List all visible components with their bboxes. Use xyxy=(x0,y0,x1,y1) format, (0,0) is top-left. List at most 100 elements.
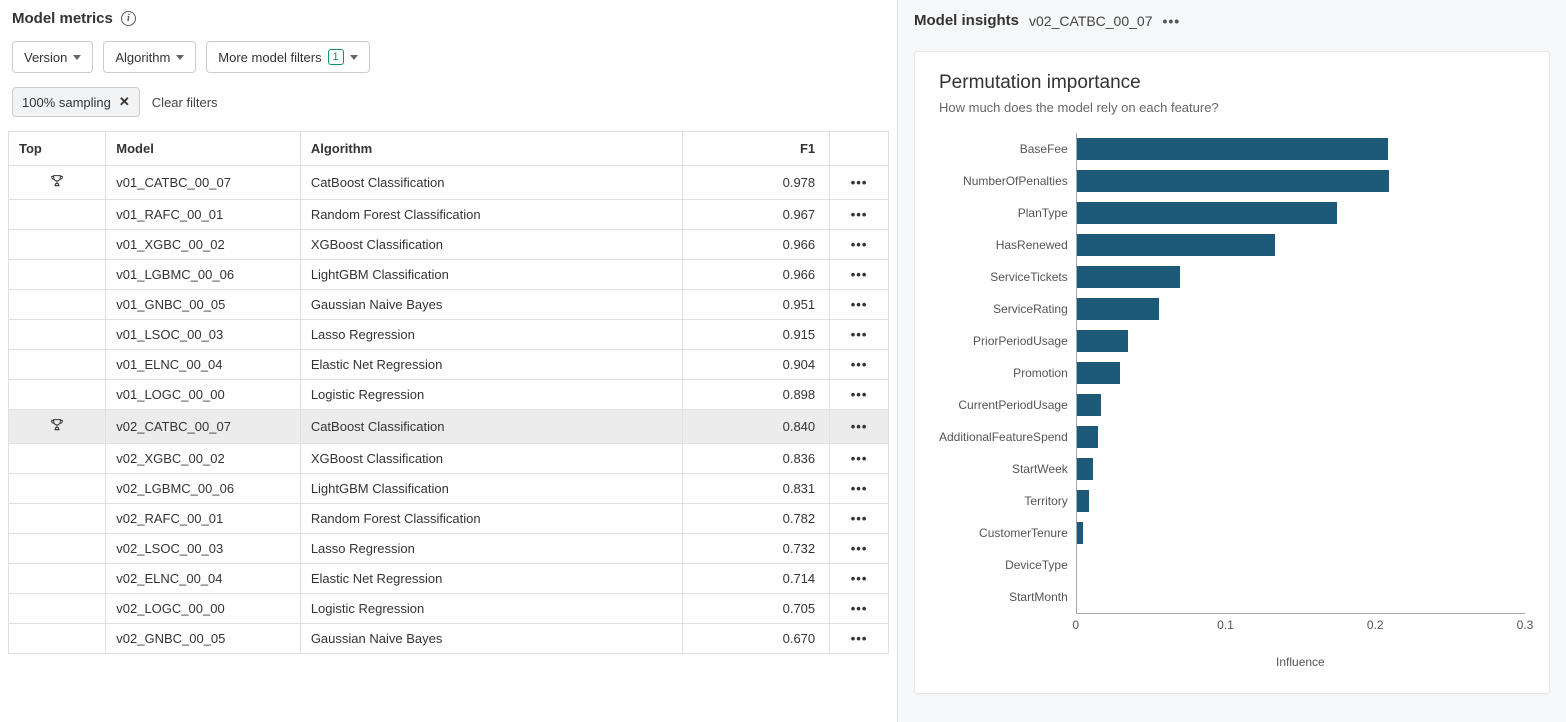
row-actions-button[interactable]: ••• xyxy=(830,166,889,200)
chart-y-label: StartMonth xyxy=(939,581,1068,613)
row-actions-button[interactable]: ••• xyxy=(830,320,889,350)
f1-cell: 0.670 xyxy=(683,624,830,654)
chart-x-label: Influence xyxy=(1076,655,1525,669)
chart-bar[interactable] xyxy=(1077,170,1389,192)
chart-bar[interactable] xyxy=(1077,458,1093,480)
top-cell xyxy=(9,594,106,624)
chart-bar[interactable] xyxy=(1077,234,1276,256)
table-row[interactable]: v02_XGBC_00_02XGBoost Classification0.83… xyxy=(9,444,889,474)
chart-y-label: BaseFee xyxy=(939,133,1068,165)
chart-bar-row xyxy=(1077,165,1525,197)
model-cell: v02_XGBC_00_02 xyxy=(106,444,301,474)
row-actions-button[interactable]: ••• xyxy=(830,624,889,654)
top-cell xyxy=(9,624,106,654)
model-cell: v01_LGBMC_00_06 xyxy=(106,260,301,290)
column-f1[interactable]: F1 xyxy=(683,132,830,166)
clear-filters-link[interactable]: Clear filters xyxy=(152,95,218,110)
f1-cell: 0.966 xyxy=(683,260,830,290)
chart-y-label: Territory xyxy=(939,485,1068,517)
table-row[interactable]: v01_CATBC_00_07CatBoost Classification0.… xyxy=(9,166,889,200)
algorithm-cell: CatBoost Classification xyxy=(300,410,682,444)
chart-bar[interactable] xyxy=(1077,522,1083,544)
algorithm-filter-label: Algorithm xyxy=(115,50,170,65)
chart-bar-row xyxy=(1077,293,1525,325)
f1-cell: 0.782 xyxy=(683,504,830,534)
algorithm-cell: Random Forest Classification xyxy=(300,200,682,230)
table-row[interactable]: v02_LSOC_00_03Lasso Regression0.732••• xyxy=(9,534,889,564)
chart-y-label: CustomerTenure xyxy=(939,517,1068,549)
chart-bar[interactable] xyxy=(1077,298,1159,320)
chart-bar[interactable] xyxy=(1077,362,1120,384)
chart-bar[interactable] xyxy=(1077,394,1101,416)
row-actions-button[interactable]: ••• xyxy=(830,444,889,474)
chart-bar[interactable] xyxy=(1077,138,1388,160)
top-cell xyxy=(9,350,106,380)
chart-bar[interactable] xyxy=(1077,266,1180,288)
insights-more-icon[interactable]: ••• xyxy=(1162,13,1180,29)
more-filters-button[interactable]: More model filters 1 xyxy=(206,41,369,73)
table-row[interactable]: v02_GNBC_00_05Gaussian Naive Bayes0.670•… xyxy=(9,624,889,654)
chart-bar-row xyxy=(1077,357,1525,389)
row-actions-button[interactable]: ••• xyxy=(830,260,889,290)
close-icon[interactable]: ✕ xyxy=(119,94,130,110)
row-actions-button[interactable]: ••• xyxy=(830,350,889,380)
table-row[interactable]: v01_LOGC_00_00Logistic Regression0.898••… xyxy=(9,380,889,410)
chart-x-tick: 0.2 xyxy=(1367,618,1384,632)
chart-bar-row xyxy=(1077,549,1525,581)
chart-bar[interactable] xyxy=(1077,426,1098,448)
top-cell xyxy=(9,564,106,594)
algorithm-cell: Logistic Regression xyxy=(300,380,682,410)
chart-bar-row xyxy=(1077,581,1525,613)
algorithm-filter-button[interactable]: Algorithm xyxy=(103,41,196,73)
row-actions-button[interactable]: ••• xyxy=(830,594,889,624)
row-actions-button[interactable]: ••• xyxy=(830,474,889,504)
chart-bar[interactable] xyxy=(1077,330,1128,352)
f1-cell: 0.714 xyxy=(683,564,830,594)
filters-row: Version Algorithm More model filters 1 xyxy=(8,41,889,73)
top-cell xyxy=(9,380,106,410)
table-row[interactable]: v02_RAFC_00_01Random Forest Classificati… xyxy=(9,504,889,534)
row-actions-button[interactable]: ••• xyxy=(830,534,889,564)
table-row[interactable]: v02_LGBMC_00_06LightGBM Classification0.… xyxy=(9,474,889,504)
column-actions xyxy=(830,132,889,166)
row-actions-button[interactable]: ••• xyxy=(830,290,889,320)
row-actions-button[interactable]: ••• xyxy=(830,200,889,230)
model-cell: v01_LOGC_00_00 xyxy=(106,380,301,410)
sampling-chip[interactable]: 100% sampling ✕ xyxy=(12,87,140,117)
f1-cell: 0.904 xyxy=(683,350,830,380)
chevron-down-icon xyxy=(73,55,81,60)
f1-cell: 0.898 xyxy=(683,380,830,410)
table-row[interactable]: v01_LGBMC_00_06LightGBM Classification0.… xyxy=(9,260,889,290)
table-row[interactable]: v01_RAFC_00_01Random Forest Classificati… xyxy=(9,200,889,230)
chart-bar[interactable] xyxy=(1077,490,1089,512)
algorithm-cell: Random Forest Classification xyxy=(300,504,682,534)
row-actions-button[interactable]: ••• xyxy=(830,380,889,410)
chart-x-tick: 0.3 xyxy=(1517,618,1534,632)
chart-bar[interactable] xyxy=(1077,202,1337,224)
model-cell: v02_LSOC_00_03 xyxy=(106,534,301,564)
model-cell: v02_LOGC_00_00 xyxy=(106,594,301,624)
info-icon[interactable]: i xyxy=(121,11,136,26)
column-model[interactable]: Model xyxy=(106,132,301,166)
row-actions-button[interactable]: ••• xyxy=(830,410,889,444)
column-algorithm[interactable]: Algorithm xyxy=(300,132,682,166)
top-cell xyxy=(9,534,106,564)
column-top[interactable]: Top xyxy=(9,132,106,166)
table-row[interactable]: v01_GNBC_00_05Gaussian Naive Bayes0.951•… xyxy=(9,290,889,320)
row-actions-button[interactable]: ••• xyxy=(830,564,889,594)
table-row[interactable]: v01_ELNC_00_04Elastic Net Regression0.90… xyxy=(9,350,889,380)
table-row[interactable]: v01_LSOC_00_03Lasso Regression0.915••• xyxy=(9,320,889,350)
model-insights-panel: Model insights v02_CATBC_00_07 ••• Permu… xyxy=(898,0,1566,722)
chart-bar-row xyxy=(1077,197,1525,229)
row-actions-button[interactable]: ••• xyxy=(830,230,889,260)
chart-bar-row xyxy=(1077,133,1525,165)
model-cell: v01_RAFC_00_01 xyxy=(106,200,301,230)
algorithm-cell: Lasso Regression xyxy=(300,534,682,564)
table-row[interactable]: v01_XGBC_00_02XGBoost Classification0.96… xyxy=(9,230,889,260)
insights-title: Model insights xyxy=(914,12,1019,29)
version-filter-button[interactable]: Version xyxy=(12,41,93,73)
row-actions-button[interactable]: ••• xyxy=(830,504,889,534)
table-row[interactable]: v02_LOGC_00_00Logistic Regression0.705••… xyxy=(9,594,889,624)
table-row[interactable]: v02_CATBC_00_07CatBoost Classification0.… xyxy=(9,410,889,444)
table-row[interactable]: v02_ELNC_00_04Elastic Net Regression0.71… xyxy=(9,564,889,594)
